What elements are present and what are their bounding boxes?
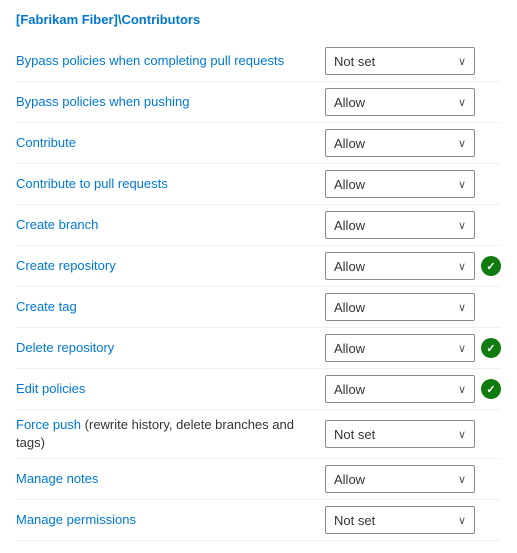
icon-placeholder-bypass-policies-pull	[481, 51, 501, 71]
dropdown-manage-notes[interactable]: Allow ∨	[325, 465, 475, 493]
dropdown-value-manage-notes: Allow	[334, 472, 365, 487]
permission-row-bypass-policies-pull: Bypass policies when completing pull req…	[16, 41, 501, 82]
permission-row-manage-notes: Manage notes Allow ∨	[16, 459, 501, 500]
dropdown-contribute-pull[interactable]: Allow ∨	[325, 170, 475, 198]
dropdown-wrapper-create-repository: Allow ∨	[325, 252, 501, 280]
icon-placeholder-manage-permissions	[481, 510, 501, 530]
permission-label-bypass-policies-push: Bypass policies when pushing	[16, 93, 325, 111]
chevron-down-icon: ∨	[458, 428, 466, 441]
check-icon-edit-policies	[481, 379, 501, 399]
permission-label-manage-notes: Manage notes	[16, 470, 325, 488]
chevron-down-icon: ∨	[458, 473, 466, 486]
dropdown-bypass-policies-pull[interactable]: Not set ∨	[325, 47, 475, 75]
chevron-down-icon: ∨	[458, 342, 466, 355]
dropdown-manage-permissions[interactable]: Not set ∨	[325, 506, 475, 534]
dropdown-value-contribute: Allow	[334, 136, 365, 151]
icon-placeholder-create-tag	[481, 297, 501, 317]
permission-row-create-branch: Create branch Allow ∨	[16, 205, 501, 246]
dropdown-wrapper-bypass-policies-push: Allow ∨	[325, 88, 501, 116]
dropdown-edit-policies[interactable]: Allow ∨	[325, 375, 475, 403]
chevron-down-icon: ∨	[458, 514, 466, 527]
permission-row-create-tag: Create tag Allow ∨	[16, 287, 501, 328]
dropdown-bypass-policies-push[interactable]: Allow ∨	[325, 88, 475, 116]
dropdown-value-bypass-policies-push: Allow	[334, 95, 365, 110]
icon-placeholder-force-push	[481, 424, 501, 444]
permission-label-manage-permissions: Manage permissions	[16, 511, 325, 529]
permission-row-manage-permissions: Manage permissions Not set ∨	[16, 500, 501, 541]
page-title: [Fabrikam Fiber]\Contributors	[16, 12, 501, 27]
permission-label-force-push: Force push (rewrite history, delete bran…	[16, 416, 325, 452]
dropdown-value-edit-policies: Allow	[334, 382, 365, 397]
dropdown-wrapper-manage-permissions: Not set ∨	[325, 506, 501, 534]
dropdown-wrapper-manage-notes: Allow ∨	[325, 465, 501, 493]
dropdown-contribute[interactable]: Allow ∨	[325, 129, 475, 157]
permission-row-create-repository: Create repository Allow ∨	[16, 246, 501, 287]
dropdown-wrapper-create-tag: Allow ∨	[325, 293, 501, 321]
dropdown-wrapper-force-push: Not set ∨	[325, 420, 501, 448]
permission-row-contribute-pull: Contribute to pull requests Allow ∨	[16, 164, 501, 205]
dropdown-value-create-repository: Allow	[334, 259, 365, 274]
dropdown-wrapper-delete-repository: Allow ∨	[325, 334, 501, 362]
chevron-down-icon: ∨	[458, 96, 466, 109]
dropdown-create-tag[interactable]: Allow ∨	[325, 293, 475, 321]
dropdown-value-bypass-policies-pull: Not set	[334, 54, 375, 69]
dropdown-value-force-push: Not set	[334, 427, 375, 442]
permission-row-bypass-policies-push: Bypass policies when pushing Allow ∨	[16, 82, 501, 123]
dropdown-value-contribute-pull: Allow	[334, 177, 365, 192]
icon-placeholder-manage-notes	[481, 469, 501, 489]
permission-label-edit-policies: Edit policies	[16, 380, 325, 398]
icon-placeholder-create-branch	[481, 215, 501, 235]
dropdown-force-push[interactable]: Not set ∨	[325, 420, 475, 448]
dropdown-value-create-tag: Allow	[334, 300, 365, 315]
permissions-list: Bypass policies when completing pull req…	[16, 41, 501, 541]
dropdown-value-manage-permissions: Not set	[334, 513, 375, 528]
icon-placeholder-contribute	[481, 133, 501, 153]
permission-label-create-branch: Create branch	[16, 216, 325, 234]
permission-label-contribute: Contribute	[16, 134, 325, 152]
icon-placeholder-contribute-pull	[481, 174, 501, 194]
dropdown-wrapper-edit-policies: Allow ∨	[325, 375, 501, 403]
chevron-down-icon: ∨	[458, 219, 466, 232]
permission-row-contribute: Contribute Allow ∨	[16, 123, 501, 164]
dropdown-wrapper-bypass-policies-pull: Not set ∨	[325, 47, 501, 75]
permission-label-create-tag: Create tag	[16, 298, 325, 316]
permission-label-create-repository: Create repository	[16, 257, 325, 275]
permission-label-bypass-policies-pull: Bypass policies when completing pull req…	[16, 52, 325, 70]
permission-label-contribute-pull: Contribute to pull requests	[16, 175, 325, 193]
permission-label-delete-repository: Delete repository	[16, 339, 325, 357]
dropdown-delete-repository[interactable]: Allow ∨	[325, 334, 475, 362]
icon-placeholder-bypass-policies-push	[481, 92, 501, 112]
chevron-down-icon: ∨	[458, 55, 466, 68]
permission-row-force-push: Force push (rewrite history, delete bran…	[16, 410, 501, 459]
dropdown-wrapper-contribute: Allow ∨	[325, 129, 501, 157]
dropdown-wrapper-create-branch: Allow ∨	[325, 211, 501, 239]
chevron-down-icon: ∨	[458, 260, 466, 273]
permission-row-delete-repository: Delete repository Allow ∨	[16, 328, 501, 369]
dropdown-value-delete-repository: Allow	[334, 341, 365, 356]
permission-row-edit-policies: Edit policies Allow ∨	[16, 369, 501, 410]
check-icon-delete-repository	[481, 338, 501, 358]
chevron-down-icon: ∨	[458, 301, 466, 314]
dropdown-create-repository[interactable]: Allow ∨	[325, 252, 475, 280]
chevron-down-icon: ∨	[458, 383, 466, 396]
check-icon-create-repository	[481, 256, 501, 276]
dropdown-create-branch[interactable]: Allow ∨	[325, 211, 475, 239]
chevron-down-icon: ∨	[458, 137, 466, 150]
dropdown-wrapper-contribute-pull: Allow ∨	[325, 170, 501, 198]
dropdown-value-create-branch: Allow	[334, 218, 365, 233]
chevron-down-icon: ∨	[458, 178, 466, 191]
